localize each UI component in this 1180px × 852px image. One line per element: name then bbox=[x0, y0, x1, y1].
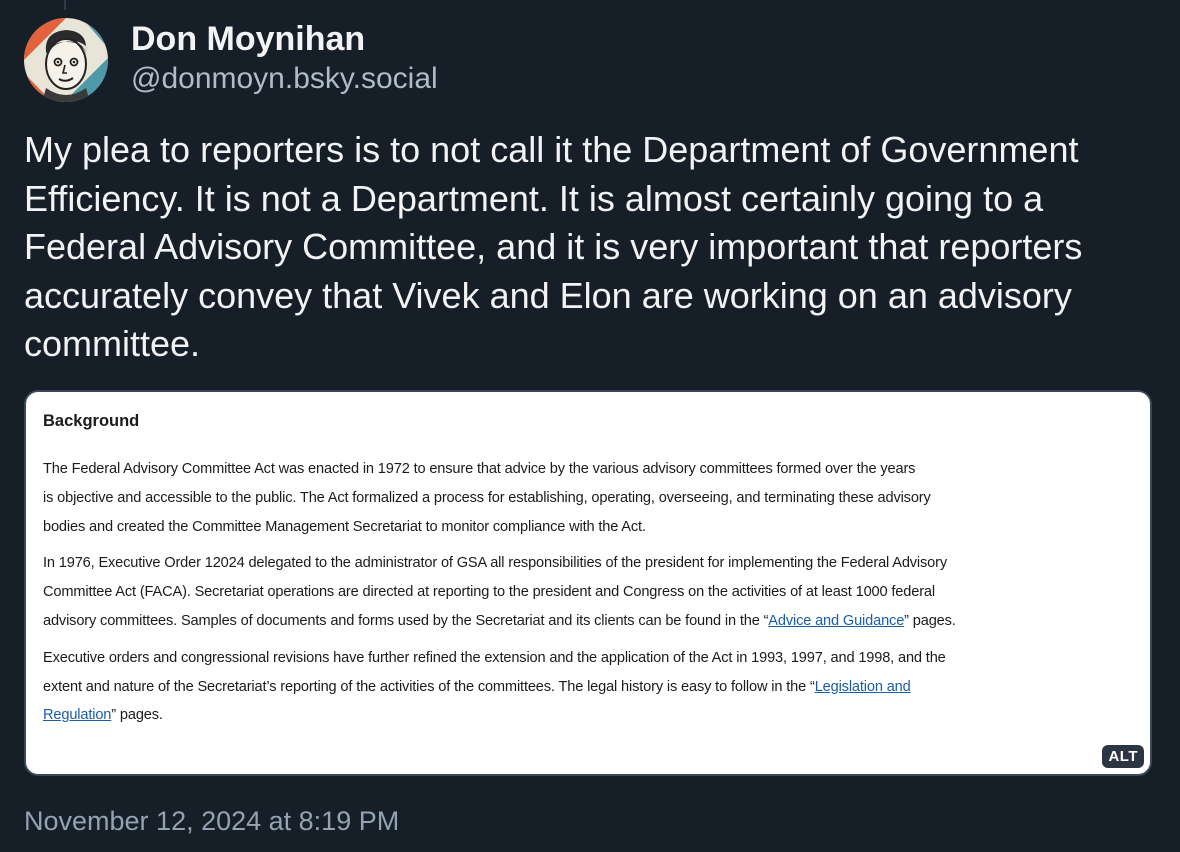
avatar[interactable] bbox=[24, 18, 108, 102]
paragraph-line: advisory committees. Samples of document… bbox=[43, 612, 769, 629]
legislation-and-regulation-link: Legislation and bbox=[814, 678, 911, 695]
paragraph-line: In 1976, Executive Order 12024 delegated… bbox=[43, 555, 947, 572]
paragraph-line: Committee Act (FACA). Secretariat operat… bbox=[43, 584, 935, 601]
document-excerpt: Background The Federal Advisory Committe… bbox=[43, 412, 1133, 738]
paragraph-line: is objective and accessible to the publi… bbox=[43, 489, 931, 506]
author-name[interactable]: Don Moynihan bbox=[131, 20, 365, 59]
paragraph-text: ” pages. bbox=[904, 612, 956, 629]
document-paragraph: The Federal Advisory Committee Act was e… bbox=[43, 455, 1133, 541]
embedded-image[interactable]: Background The Federal Advisory Committe… bbox=[24, 390, 1152, 776]
post-timestamp[interactable]: November 12, 2024 at 8:19 PM bbox=[24, 806, 399, 837]
post-text: My plea to reporters is to not call it t… bbox=[24, 129, 1083, 364]
paragraph-text: ” pages. bbox=[111, 707, 163, 724]
paragraph-line: The Federal Advisory Committee Act was e… bbox=[43, 461, 916, 477]
document-paragraph: Executive orders and congressional revis… bbox=[43, 644, 1133, 730]
paragraph-line: Executive orders and congressional revis… bbox=[43, 649, 946, 666]
paragraph-line: extent and nature of the Secretariat’s r… bbox=[43, 678, 815, 695]
advice-and-guidance-link: Advice and Guidance bbox=[768, 612, 905, 629]
thread-line bbox=[64, 0, 66, 10]
author-handle[interactable]: @donmoyn.bsky.social bbox=[131, 62, 438, 96]
legislation-and-regulation-link: Regulation bbox=[43, 707, 112, 724]
cartoon-avatar-icon bbox=[24, 18, 108, 102]
document-paragraph: In 1976, Executive Order 12024 delegated… bbox=[43, 549, 1133, 635]
post: Don Moynihan @donmoyn.bsky.social My ple… bbox=[0, 0, 1180, 852]
alt-text-button[interactable]: ALT bbox=[1102, 745, 1144, 768]
document-heading: Background bbox=[43, 412, 140, 430]
paragraph-line: bodies and created the Committee Managem… bbox=[43, 518, 646, 535]
